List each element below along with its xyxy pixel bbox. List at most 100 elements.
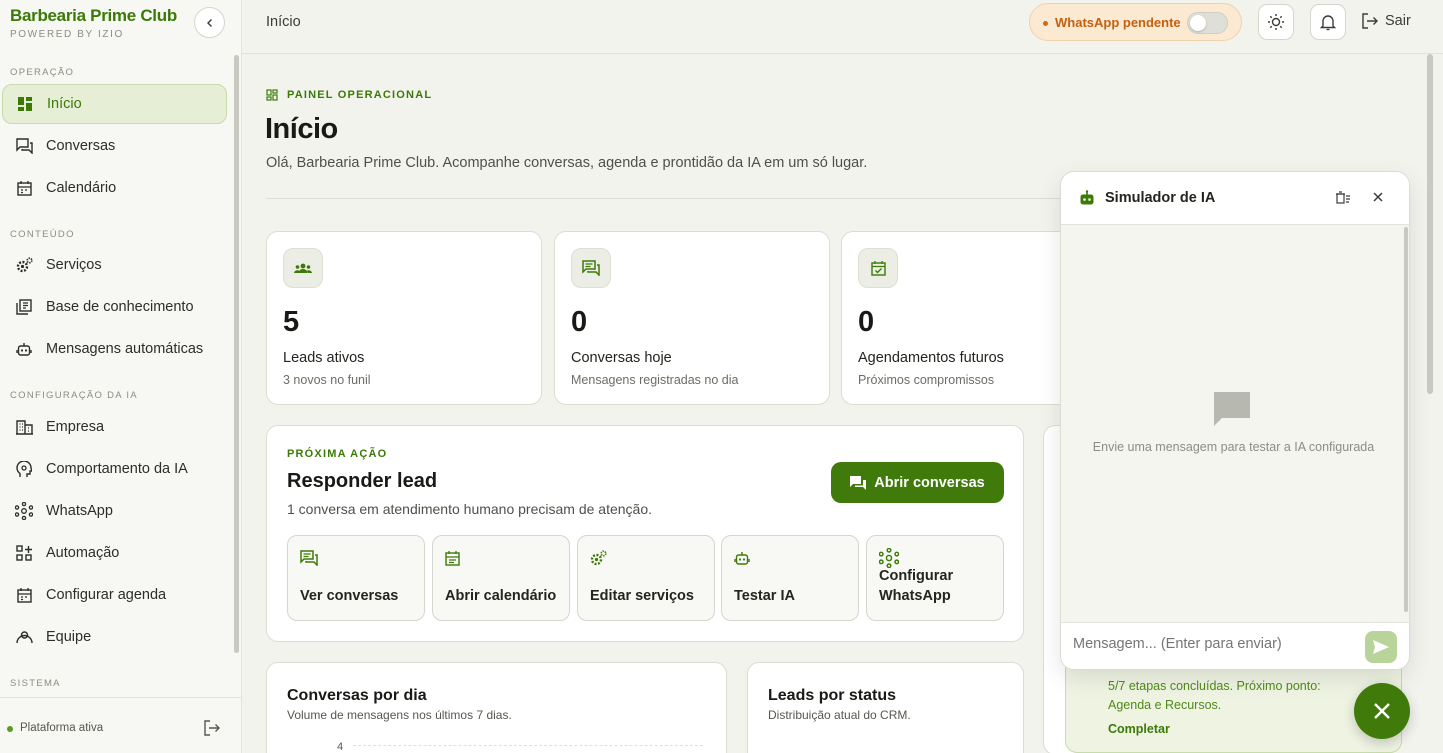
sun-icon	[1268, 14, 1284, 30]
close-simulator-fab[interactable]	[1354, 683, 1410, 739]
quick-action-editar-servicos[interactable]: Editar serviços	[577, 535, 715, 621]
next-action-title: Responder lead	[287, 470, 438, 492]
whatsapp-status-pill[interactable]: WhatsApp pendente	[1029, 3, 1242, 41]
sidebar-item-base-conhecimento[interactable]: Base de conhecimento	[2, 287, 227, 327]
quick-action-configurar-whatsapp[interactable]: Configurar WhatsApp	[866, 535, 1004, 621]
stat-hint: Próximos compromissos	[858, 373, 995, 387]
calendar-check-icon	[858, 248, 898, 288]
chat-icon	[15, 137, 33, 155]
sidebar-item-calendario[interactable]: Calendário	[2, 168, 227, 208]
page-eyebrow: PAINEL OPERACIONAL	[266, 89, 432, 101]
sidebar-item-label: Equipe	[46, 629, 92, 645]
sidebar-item-label: Configurar agenda	[46, 587, 167, 603]
clear-chat-icon[interactable]	[1336, 191, 1350, 210]
message-input[interactable]	[1073, 636, 1358, 652]
message-icon	[1214, 392, 1250, 431]
whatsapp-toggle[interactable]	[1187, 12, 1228, 34]
page-title: Início	[265, 113, 338, 145]
network-icon	[15, 502, 33, 520]
calendar-icon	[15, 586, 33, 604]
chart-card-conversas-por-dia: Conversas por dia Volume de mensagens no…	[266, 662, 727, 753]
sidebar-item-empresa[interactable]: Empresa	[2, 407, 227, 447]
platform-status: Plataforma ativa	[20, 722, 104, 734]
next-action-card: PRÓXIMA AÇÃO Responder lead 1 conversa e…	[266, 425, 1024, 642]
main-scrollbar[interactable]	[1427, 54, 1433, 394]
divider	[266, 198, 1066, 199]
dashboard-icon	[16, 95, 34, 113]
chart-title: Conversas por dia	[287, 687, 427, 704]
sidebar-item-label: Base de conhecimento	[46, 299, 194, 315]
theme-toggle-button[interactable]	[1258, 4, 1294, 40]
head-icon	[15, 460, 33, 478]
chat-icon	[571, 248, 611, 288]
section-title-sistema: SISTEMA	[10, 678, 61, 689]
calendar-icon	[445, 550, 460, 571]
quick-action-label: Abrir calendário	[445, 588, 557, 604]
topbar: Início WhatsApp pendente Sair	[242, 0, 1443, 54]
send-icon	[1373, 640, 1389, 654]
sidebar-item-label: Empresa	[46, 419, 105, 435]
sidebar-item-comportamento-ia[interactable]: Comportamento da IA	[2, 449, 227, 489]
quick-action-abrir-calendario[interactable]: Abrir calendário	[432, 535, 570, 621]
stat-value: 5	[283, 306, 300, 338]
brand-name: Barbearia Prime Club	[10, 6, 177, 25]
complete-onboarding-link[interactable]: Completar	[1108, 722, 1170, 736]
book-icon	[15, 298, 33, 316]
stat-card-leads: 5 Leads ativos 3 novos no funil	[266, 231, 542, 405]
quick-action-label: Configurar WhatsApp	[879, 568, 954, 604]
chat-icon	[300, 550, 318, 571]
y-tick-label: 4	[337, 741, 344, 753]
stat-label: Agendamentos futuros	[858, 350, 1004, 366]
sidebar-item-conversas[interactable]: Conversas	[2, 126, 227, 166]
stat-label: Conversas hoje	[571, 350, 672, 366]
sidebar-item-label: Comportamento da IA	[46, 461, 188, 477]
notifications-button[interactable]	[1310, 4, 1346, 40]
sidebar-item-label: Início	[47, 96, 82, 112]
simulator-input-bar	[1061, 622, 1409, 669]
automation-icon	[15, 544, 33, 562]
stat-value: 0	[858, 306, 875, 338]
bell-icon	[1320, 15, 1336, 31]
sidebar: Barbearia Prime Club POWERED BY IZIO OPE…	[0, 0, 242, 753]
logout-icon[interactable]	[204, 720, 220, 741]
logout-label: Sair	[1385, 13, 1411, 29]
simulator-title: Simulador de IA	[1105, 190, 1216, 206]
quick-action-ver-conversas[interactable]: Ver conversas	[287, 535, 425, 621]
grid-line	[353, 745, 703, 746]
sidebar-item-label: Serviços	[46, 257, 102, 273]
simulator-empty-text: Envie uma mensagem para testar a IA conf…	[1092, 440, 1375, 454]
sidebar-item-label: Calendário	[46, 180, 117, 196]
chat-icon	[850, 475, 867, 490]
quick-action-testar-ia[interactable]: Testar IA	[721, 535, 859, 621]
sidebar-item-automacao[interactable]: Automação	[2, 533, 227, 573]
sidebar-item-equipe[interactable]: Equipe	[2, 617, 227, 657]
sidebar-item-servicos[interactable]: Serviços	[2, 245, 227, 285]
quick-action-label: Editar serviços	[590, 588, 694, 604]
logout-button[interactable]: Sair	[1362, 13, 1411, 29]
send-button[interactable]	[1365, 631, 1397, 663]
sidebar-item-configurar-agenda[interactable]: Configurar agenda	[2, 575, 227, 615]
robot-icon	[15, 340, 33, 358]
gears-icon	[590, 550, 607, 572]
collapse-sidebar-button[interactable]	[194, 7, 225, 38]
sidebar-item-whatsapp[interactable]: WhatsApp	[2, 491, 227, 531]
section-title-conteudo: CONTEÚDO	[10, 229, 75, 240]
status-dot	[7, 726, 13, 732]
logout-icon	[1362, 13, 1378, 29]
sidebar-item-label: Automação	[46, 545, 120, 561]
close-icon[interactable]	[1371, 190, 1385, 209]
robot-icon	[1079, 190, 1095, 211]
open-conversations-button[interactable]: Abrir conversas	[831, 462, 1004, 503]
sidebar-scrollbar[interactable]	[234, 55, 239, 653]
simulator-header: Simulador de IA	[1061, 172, 1409, 225]
sidebar-item-label: Mensagens automáticas	[46, 341, 204, 357]
stat-card-agendamentos: 0 Agendamentos futuros Próximos compromi…	[841, 231, 1071, 405]
quick-action-label: Ver conversas	[300, 588, 399, 604]
stat-label: Leads ativos	[283, 350, 365, 366]
sidebar-item-inicio[interactable]: Início	[2, 84, 227, 124]
calendar-icon	[15, 179, 33, 197]
chart-subtitle: Distribuição atual do CRM.	[768, 708, 911, 722]
whatsapp-status-text: WhatsApp pendente	[1055, 15, 1181, 30]
sidebar-item-mensagens-automaticas[interactable]: Mensagens automáticas	[2, 329, 227, 369]
simulator-scrollbar[interactable]	[1404, 227, 1408, 612]
